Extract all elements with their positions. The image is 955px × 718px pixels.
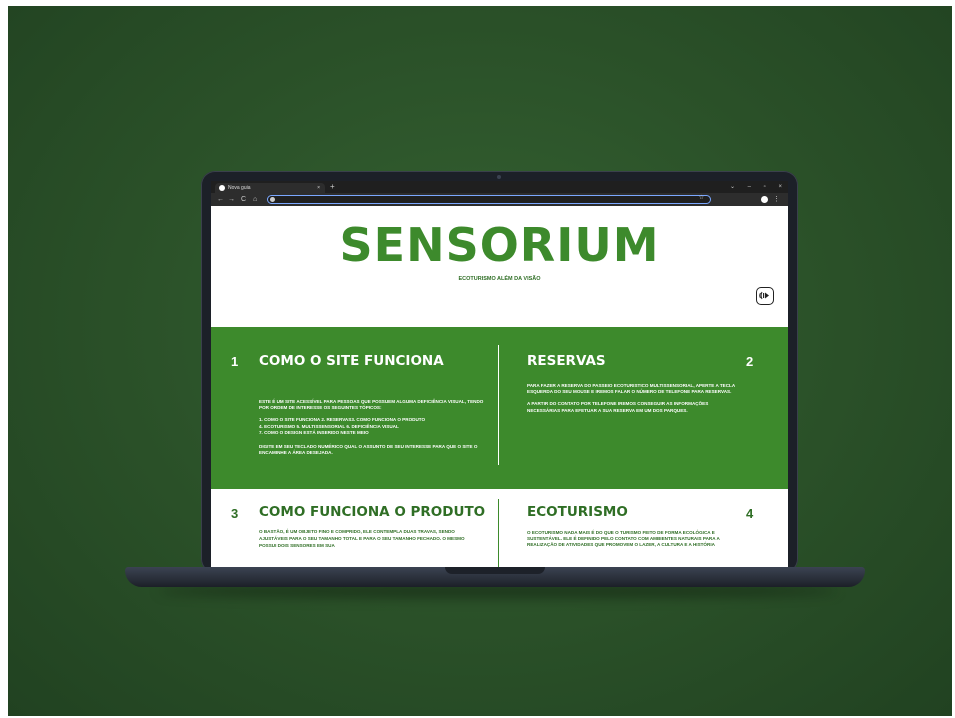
forward-button[interactable]: → <box>228 193 235 206</box>
column-divider <box>498 499 499 567</box>
tab-close-icon[interactable]: × <box>317 183 320 193</box>
paragraph: PARA FAZER A RESERVA DO PASSEIO ECOTURIS… <box>527 383 736 395</box>
home-button[interactable]: ⌂ <box>253 193 257 206</box>
laptop-hinge-notch <box>445 567 545 574</box>
chrome-favicon-icon <box>219 185 225 191</box>
audio-play-icon <box>759 291 769 300</box>
white-section: 3 COMO FUNCIONA O PRODUTO O BASTÃO, É UM… <box>211 489 788 567</box>
section-title-reservas[interactable]: RESERVAS <box>527 353 606 369</box>
maximize-button[interactable]: ▫ <box>764 184 766 190</box>
paragraph: A PARTIR DO CONTATO POR TELEFONE IREMOS … <box>527 401 709 413</box>
reload-button[interactable]: C <box>241 193 246 206</box>
browser-toolbar: ← → C ⌂ ☆ ⋮ <box>211 193 788 206</box>
hero-header: SENSORIUM ECOTURISMO ALÉM DA VISÃO <box>211 206 788 327</box>
section-number-2: 2 <box>746 354 754 369</box>
browser-tab[interactable]: Nova guia × <box>215 183 325 193</box>
webcam-icon <box>497 175 501 179</box>
window-controls: ⌄ – ▫ × <box>719 181 782 193</box>
new-tab-button[interactable]: + <box>330 181 335 193</box>
section-number-4: 4 <box>746 506 754 521</box>
section-body-produto: O BASTÃO, É UM OBJETO FINO E COMPRIDO, E… <box>259 528 481 555</box>
close-window-button[interactable]: × <box>778 184 782 190</box>
paragraph: O BASTÃO, É UM OBJETO FINO E COMPRIDO, E… <box>259 529 465 548</box>
column-divider <box>498 345 499 465</box>
section-body-reservas: PARA FAZER A RESERVA DO PASSEIO ECOTURIS… <box>527 383 735 420</box>
backdrop: Nova guia × + ⌄ – ▫ × ← → C ⌂ ☆ ⋮ SENSOR… <box>8 6 952 716</box>
address-bar[interactable]: ☆ <box>267 195 711 204</box>
audio-play-button[interactable] <box>756 287 774 305</box>
website-page: SENSORIUM ECOTURISMO ALÉM DA VISÃO 1 COM… <box>211 206 788 567</box>
paragraph: O ECOTURISMO NADA MAIS É DO QUE O TURISM… <box>527 530 720 548</box>
laptop-screen: Nova guia × + ⌄ – ▫ × ← → C ⌂ ☆ ⋮ SENSOR… <box>211 181 788 567</box>
laptop-lid: Nova guia × + ⌄ – ▫ × ← → C ⌂ ☆ ⋮ SENSOR… <box>201 171 798 573</box>
back-button[interactable]: ← <box>217 193 224 206</box>
green-section: 1 COMO O SITE FUNCIONA ESTE É UM SITE AC… <box>211 327 788 489</box>
section-number-1: 1 <box>231 354 239 369</box>
section-title-site-funciona[interactable]: COMO O SITE FUNCIONA <box>259 353 444 369</box>
site-info-icon[interactable] <box>270 197 275 202</box>
laptop-base <box>125 567 865 587</box>
section-title-ecoturismo[interactable]: ECOTURISMO <box>527 504 628 520</box>
minimize-button[interactable]: – <box>748 184 751 190</box>
tab-search-icon[interactable]: ⌄ <box>730 184 735 190</box>
browser-menu-icon[interactable]: ⋮ <box>773 193 780 206</box>
tab-title: Nova guia <box>228 185 251 191</box>
section-body-ecoturismo: O ECOTURISMO NADA MAIS É DO QUE O TURISM… <box>527 530 745 555</box>
browser-tab-bar: Nova guia × + ⌄ – ▫ × <box>211 181 788 193</box>
site-logo: SENSORIUM <box>339 218 660 272</box>
section-number-3: 3 <box>231 506 239 521</box>
bookmark-star-icon[interactable]: ☆ <box>699 194 704 201</box>
paragraph: DIGITE EM SEU TECLADO NUMÉRICO QUAL O AS… <box>259 444 478 456</box>
site-tagline: ECOTURISMO ALÉM DA VISÃO <box>458 276 541 282</box>
profile-avatar[interactable] <box>761 196 768 203</box>
section-body-site-funciona: ESTE É UM SITE ACESSÍVEL PARA PESSOAS QU… <box>259 399 484 462</box>
topic-list-line: 7. COMO O DESIGN ESTÁ INSERIDO NESTE MEI… <box>259 429 369 435</box>
section-title-produto[interactable]: COMO FUNCIONA O PRODUTO <box>259 504 485 520</box>
paragraph: ESTE É UM SITE ACESSÍVEL PARA PESSOAS QU… <box>259 399 484 411</box>
